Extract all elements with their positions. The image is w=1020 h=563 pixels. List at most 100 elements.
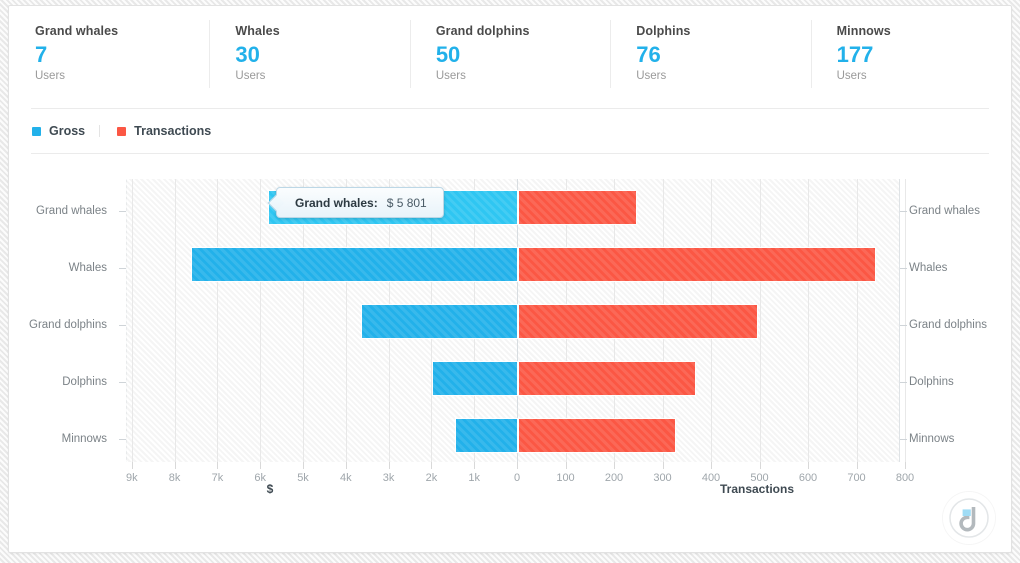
- category-tick: [119, 324, 126, 326]
- kpi-card-grand-whales[interactable]: Grand whales 7 Users: [9, 18, 209, 102]
- category-tick: [900, 324, 907, 326]
- kpi-title: Minnows: [836, 24, 891, 38]
- legend-item-gross[interactable]: Gross: [32, 124, 99, 138]
- axis-tick-mark: [303, 462, 304, 469]
- axis-tick-label: 100: [556, 472, 575, 484]
- axis-tick-mark: [431, 462, 433, 469]
- axis-tick-mark: [614, 462, 615, 469]
- plot-area: Grand whales: $ 5 801: [126, 179, 906, 464]
- axis-tick-mark: [905, 462, 906, 469]
- category-label-left: Dolphins: [62, 375, 107, 388]
- kpi-value: 177: [836, 42, 874, 67]
- axis-tick-label: 5k: [297, 472, 309, 484]
- category-label-right: Grand dolphins: [909, 318, 987, 331]
- category-label-left: Grand dolphins: [29, 318, 107, 331]
- category-tick: [119, 438, 126, 440]
- legend-item-transactions[interactable]: Transactions: [99, 124, 225, 138]
- category-label-right: Minnows: [909, 432, 955, 445]
- kpi-value: 76: [636, 42, 661, 67]
- axis-tick-mark: [808, 462, 809, 469]
- kpi-unit: Users: [636, 70, 667, 83]
- bar-transactions[interactable]: [519, 248, 875, 281]
- axis-tick-mark: [388, 462, 390, 469]
- category-label-left: Grand whales: [36, 204, 107, 217]
- kpi-value: 7: [35, 42, 48, 67]
- kpi-card-grand-dolphins[interactable]: Grand dolphins 50 Users: [409, 18, 610, 102]
- category-tick: [900, 210, 907, 212]
- axis-tick-label: 0: [513, 472, 521, 484]
- axis-tick-label: 8k: [168, 472, 181, 484]
- axis-tick-mark: [856, 462, 858, 469]
- axis-tick-mark: [131, 462, 133, 469]
- category-label-left: Whales: [68, 261, 107, 274]
- kpi-unit: Users: [235, 70, 266, 83]
- chart-row: [126, 179, 899, 236]
- legend-swatch-gross-icon: [32, 126, 41, 136]
- tooltip-value: $ 5 801: [386, 195, 427, 210]
- axis-tick-mark: [217, 462, 219, 469]
- kpi-title: Dolphins: [636, 24, 691, 38]
- axis-tick-label: 200: [604, 472, 624, 484]
- axis-tick-label: 4k: [339, 472, 352, 484]
- chart-row: [126, 293, 899, 350]
- category-tick: [900, 438, 907, 440]
- chart-row: [126, 236, 899, 293]
- kpi-summary-strip: Grand whales 7 Users Whales 30 Users Gra…: [9, 6, 1011, 102]
- category-tick: [900, 381, 907, 383]
- kpi-value: 50: [435, 42, 461, 67]
- kpi-unit: Users: [35, 70, 66, 83]
- kpi-value: 30: [235, 42, 260, 67]
- axis-tick-label: 700: [847, 472, 866, 484]
- butterfly-bar-chart: Grand whales: $ 5 801 9k 8k 7k 6k 5k 4k 3k 2k 1k…: [9, 154, 1011, 532]
- axis-tick-label: 6k: [254, 472, 266, 484]
- bar-gross[interactable]: [362, 305, 517, 338]
- axis-tick-label: 2k: [425, 472, 438, 484]
- bar-gross[interactable]: [191, 248, 517, 281]
- category-tick: [119, 381, 126, 383]
- bar-transactions[interactable]: [519, 362, 696, 395]
- bar-gross[interactable]: [433, 362, 517, 395]
- axis-tick-mark: [260, 462, 262, 469]
- kpi-title: Grand whales: [35, 24, 119, 38]
- kpi-card-dolphins[interactable]: Dolphins 76 Users: [610, 18, 810, 102]
- bar-gross[interactable]: [455, 419, 517, 452]
- tooltip-label: Grand whales:: [295, 195, 378, 210]
- category-label-right: Grand whales: [909, 204, 980, 217]
- axis-tick-label: 400: [701, 472, 721, 484]
- axis-tick-label: 800: [895, 472, 915, 484]
- category-label-right: Dolphins: [909, 375, 954, 388]
- chart-tooltip: Grand whales: $ 5 801: [276, 187, 444, 218]
- bar-transactions[interactable]: [519, 191, 636, 224]
- axis-tick-mark: [517, 462, 518, 469]
- category-label-left: Minnows: [61, 432, 107, 445]
- axis-tick-label: 3k: [382, 472, 395, 484]
- legend-label: Transactions: [134, 124, 212, 138]
- axis-tick-mark: [474, 462, 476, 469]
- axis-tick-mark: [711, 462, 712, 469]
- axis-tick-label: 600: [798, 472, 818, 484]
- kpi-card-whales[interactable]: Whales 30 Users: [209, 18, 409, 102]
- axis-tick-mark: [345, 462, 347, 469]
- kpi-title: Grand dolphins: [435, 24, 530, 38]
- category-tick: [119, 267, 126, 269]
- kpi-title: Whales: [235, 24, 280, 38]
- bar-transactions[interactable]: [519, 419, 676, 452]
- axis-tick-mark: [759, 462, 761, 469]
- gridline: [905, 179, 906, 462]
- kpi-unit: Users: [435, 70, 466, 83]
- brand-logo-icon: [943, 492, 995, 544]
- kpi-unit: Users: [836, 70, 867, 83]
- legend-swatch-transactions-icon: [117, 126, 127, 136]
- right-axis-title: Transactions: [719, 482, 795, 496]
- left-axis-title: $: [266, 482, 274, 496]
- chart-row: [126, 407, 899, 464]
- category-label-right: Whales: [909, 261, 948, 274]
- axis-tick-mark: [565, 462, 567, 469]
- axis-tick-mark: [174, 462, 176, 469]
- dashboard-panel: Grand whales 7 Users Whales 30 Users Gra…: [8, 5, 1012, 553]
- kpi-card-minnows[interactable]: Minnows 177 Users: [810, 18, 1011, 102]
- bar-transactions[interactable]: [519, 305, 757, 338]
- chart-row: [126, 350, 899, 407]
- axis-tick-label: 7k: [211, 472, 224, 484]
- axis-tick-label: 1k: [468, 472, 480, 484]
